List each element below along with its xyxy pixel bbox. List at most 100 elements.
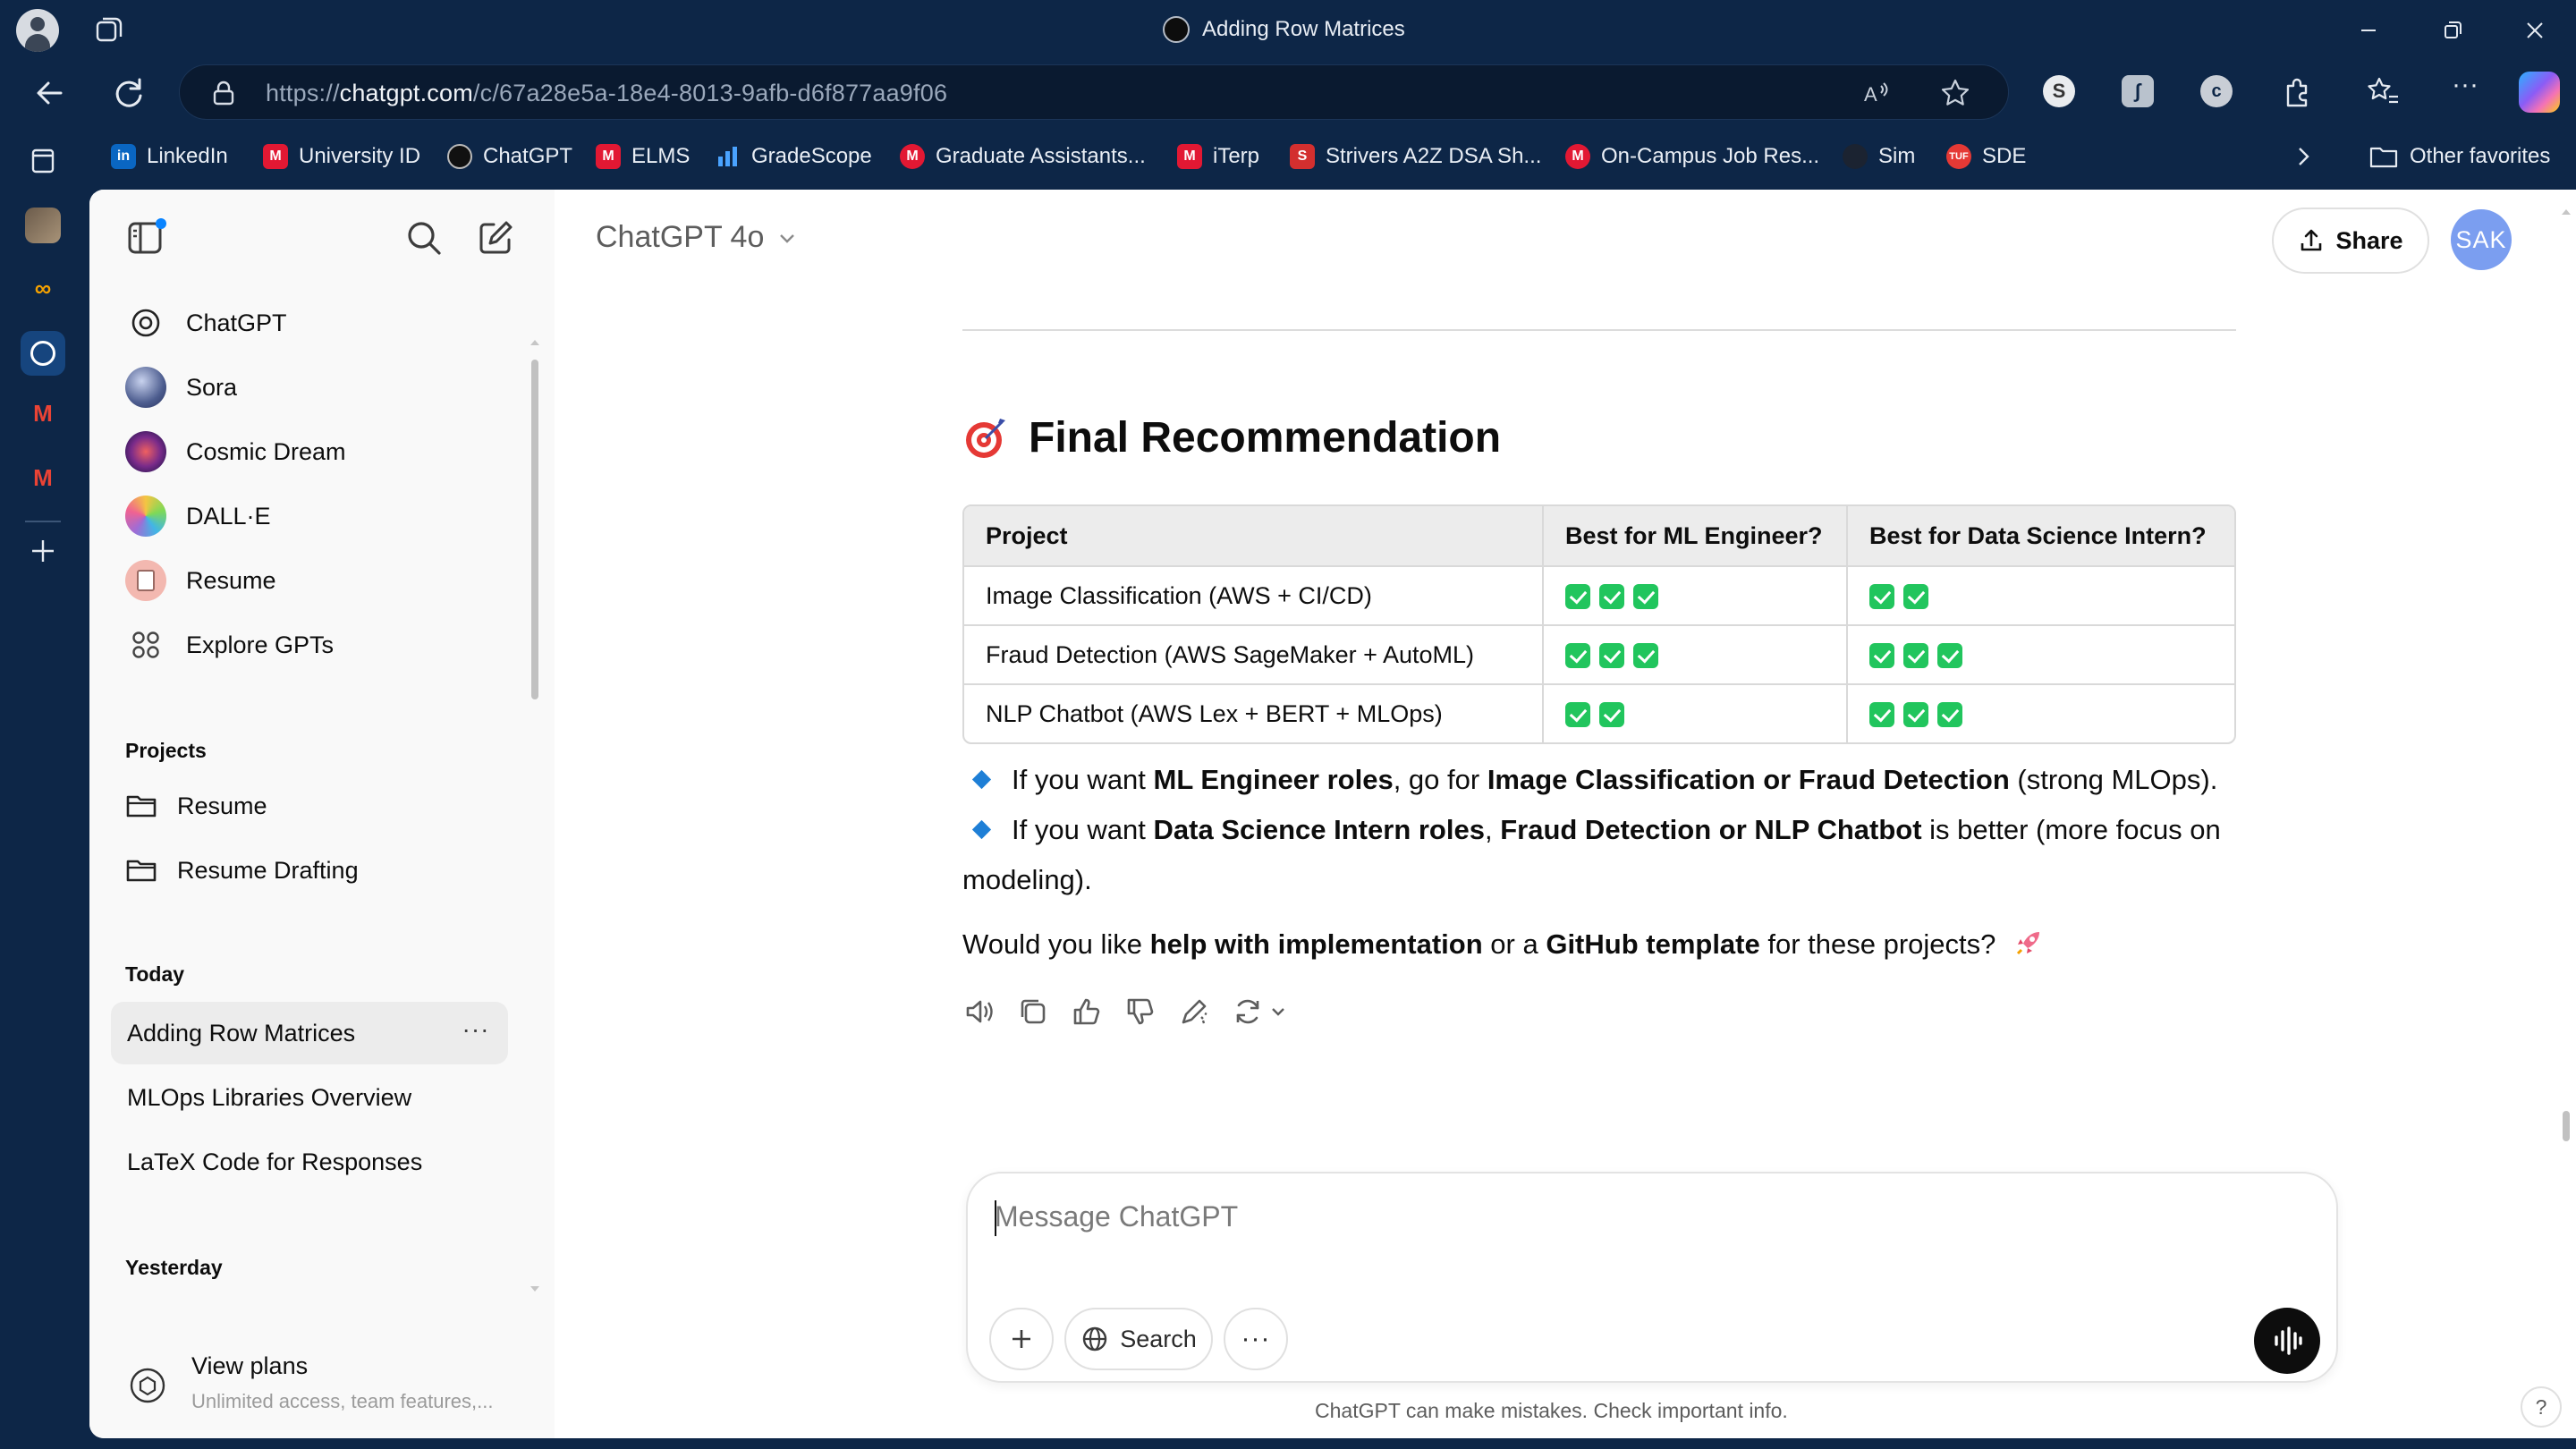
more-horizontal-icon: ··· bbox=[1241, 1324, 1271, 1353]
search-web-button[interactable]: Search bbox=[1064, 1308, 1213, 1370]
edit-in-canvas-icon[interactable] bbox=[1177, 995, 1211, 1029]
url-text[interactable]: https://chatgpt.com/c/67a28e5a-18e4-8013… bbox=[266, 80, 947, 107]
main-scrollbar[interactable] bbox=[2558, 202, 2574, 1419]
more-options-icon[interactable]: ··· bbox=[2447, 72, 2483, 107]
back-icon[interactable] bbox=[29, 72, 72, 114]
tab-infinity-icon[interactable]: ∞ bbox=[25, 270, 61, 306]
check-mark-icon bbox=[1633, 584, 1658, 610]
thumbs-down-icon[interactable] bbox=[1123, 995, 1157, 1029]
chat-item-adding-row-matrices[interactable]: Adding Row Matrices ··· bbox=[111, 1002, 508, 1064]
favorite-university-id[interactable]: M University ID bbox=[263, 140, 420, 174]
regenerate-button[interactable] bbox=[1231, 995, 1288, 1029]
read-aloud-icon[interactable] bbox=[962, 995, 996, 1029]
chevron-right-icon[interactable] bbox=[2290, 143, 2317, 170]
disclaimer-text: ChatGPT can make mistakes. Check importa… bbox=[1315, 1399, 1788, 1422]
voice-mode-button[interactable] bbox=[2254, 1308, 2320, 1374]
search-icon[interactable] bbox=[402, 216, 445, 259]
message-actions bbox=[962, 995, 1288, 1029]
check-mark-icon bbox=[1903, 702, 1928, 728]
minimize-icon[interactable] bbox=[2349, 11, 2388, 50]
check-mark-icon bbox=[1869, 584, 1894, 610]
edge-sidebar: ∞ M M bbox=[0, 127, 89, 1449]
message-input[interactable]: Message ChatGPT bbox=[995, 1200, 1238, 1233]
recommendation-table: Project Best for ML Engineer? Best for D… bbox=[962, 504, 2236, 744]
favorite-linkedin[interactable]: in LinkedIn bbox=[111, 140, 228, 174]
sidebar-item-resume[interactable]: Resume bbox=[111, 553, 504, 608]
favorite-sim[interactable]: Sim bbox=[1843, 140, 1915, 174]
chevron-down-icon bbox=[780, 233, 795, 243]
column-header: Best for Data Science Intern? bbox=[1848, 506, 2234, 565]
folder-icon bbox=[2369, 147, 2398, 168]
favorite-on-campus-job[interactable]: M On-Campus Job Res... bbox=[1565, 140, 1819, 174]
projects-heading: Projects bbox=[125, 739, 207, 762]
list-item: If you want ML Engineer roles, go for Im… bbox=[962, 755, 2241, 805]
sidebar-scrollbar[interactable] bbox=[528, 333, 542, 1292]
avatar[interactable]: SAK bbox=[2451, 209, 2512, 270]
copilot-icon[interactable] bbox=[2519, 72, 2560, 113]
share-button[interactable]: Share bbox=[2272, 208, 2429, 274]
refresh-icon[interactable] bbox=[107, 72, 150, 114]
read-aloud-icon[interactable]: A bbox=[1861, 78, 1892, 108]
diamond-bullet-icon bbox=[971, 770, 992, 790]
chat-options-icon[interactable]: ··· bbox=[460, 1016, 492, 1048]
restore-icon[interactable] bbox=[2433, 11, 2472, 50]
model-name: ChatGPT 4o bbox=[596, 220, 765, 254]
copy-icon[interactable] bbox=[1016, 995, 1050, 1029]
check-mark-icon bbox=[1599, 584, 1624, 610]
favorite-iterp[interactable]: MiTerp bbox=[1177, 140, 1259, 174]
umd-icon: M bbox=[596, 144, 621, 169]
favorite-strivers[interactable]: S Strivers A2Z DSA Sh... bbox=[1290, 140, 1541, 174]
help-button[interactable]: ? bbox=[2521, 1386, 2562, 1428]
lock-icon[interactable] bbox=[212, 80, 235, 106]
attach-button[interactable] bbox=[989, 1308, 1054, 1370]
sidebar-item-sora[interactable]: Sora bbox=[111, 360, 504, 415]
extension-c-icon[interactable]: c bbox=[2200, 75, 2233, 107]
tab-actions-icon[interactable] bbox=[25, 143, 61, 179]
extension-s-icon[interactable]: S bbox=[2043, 75, 2075, 107]
add-icon[interactable] bbox=[25, 533, 61, 569]
favorites-bar: in LinkedIn M University ID ChatGPT M ELMS … bbox=[0, 127, 2576, 186]
close-icon[interactable] bbox=[2515, 11, 2555, 50]
project-cell: NLP Chatbot (AWS Lex + BERT + MLOps) bbox=[964, 683, 1544, 742]
tab-gmail-icon[interactable]: M bbox=[25, 460, 61, 496]
favorite-elms[interactable]: M ELMS bbox=[596, 140, 690, 174]
umd-icon: M bbox=[1177, 144, 1202, 169]
sidebar-item-explore-gpts[interactable]: Explore GPTs bbox=[111, 617, 504, 673]
gradescope-icon bbox=[716, 144, 741, 169]
favorite-gradescope[interactable]: GradeScope bbox=[716, 140, 872, 174]
profile-icon[interactable] bbox=[16, 9, 59, 52]
workspaces-icon[interactable] bbox=[95, 14, 125, 45]
tab-gmail-icon[interactable]: M bbox=[25, 395, 61, 431]
more-tools-button[interactable]: ··· bbox=[1224, 1308, 1288, 1370]
sidebar-item-label: ChatGPT bbox=[186, 309, 287, 336]
thumbs-up-icon[interactable] bbox=[1070, 995, 1104, 1029]
sidebar-item-cosmic-dream[interactable]: Cosmic Dream bbox=[111, 424, 504, 479]
view-plans-button[interactable]: View plans Unlimited access, team featur… bbox=[111, 1343, 531, 1428]
other-favorites[interactable]: Other favorites bbox=[2368, 140, 2550, 174]
message-composer: Message ChatGPT Search ··· bbox=[966, 1172, 2338, 1383]
favorite-graduate-assistants[interactable]: M Graduate Assistants... bbox=[900, 140, 1146, 174]
sidebar-item-chatgpt[interactable]: ChatGPT bbox=[111, 295, 504, 351]
favorite-sde[interactable]: TUF SDE bbox=[1946, 140, 2026, 174]
tab-favicon-image-icon[interactable] bbox=[25, 208, 61, 243]
extension-pen-icon[interactable]: ∫ bbox=[2122, 75, 2154, 107]
favorites-icon[interactable] bbox=[2365, 73, 2401, 109]
sidebar-item-dalle[interactable]: DALL·E bbox=[111, 488, 504, 544]
project-item-resume[interactable]: Resume bbox=[111, 778, 504, 834]
regenerate-icon bbox=[1236, 999, 1259, 1024]
project-item-resume-drafting[interactable]: Resume Drafting bbox=[111, 843, 504, 898]
check-mark-icon bbox=[1937, 702, 1962, 728]
toggle-sidebar-icon[interactable] bbox=[125, 216, 168, 259]
favorite-star-icon[interactable] bbox=[1940, 78, 1970, 108]
extensions-icon[interactable] bbox=[2279, 73, 2315, 109]
tab-chatgpt-icon[interactable] bbox=[21, 331, 65, 376]
chat-item-mlops-libraries[interactable]: MLOps Libraries Overview bbox=[111, 1066, 508, 1129]
project-cell: Image Classification (AWS + CI/CD) bbox=[964, 565, 1544, 624]
new-chat-icon[interactable] bbox=[474, 216, 517, 259]
address-bar[interactable]: https://chatgpt.com/c/67a28e5a-18e4-8013… bbox=[179, 64, 2009, 120]
model-selector[interactable]: ChatGPT 4o bbox=[596, 220, 798, 255]
cosmic-dream-icon bbox=[125, 431, 166, 472]
favorite-chatgpt[interactable]: ChatGPT bbox=[447, 140, 572, 174]
chat-item-latex-code[interactable]: LaTeX Code for Responses bbox=[111, 1131, 508, 1193]
globe-icon bbox=[1083, 1326, 1107, 1352]
